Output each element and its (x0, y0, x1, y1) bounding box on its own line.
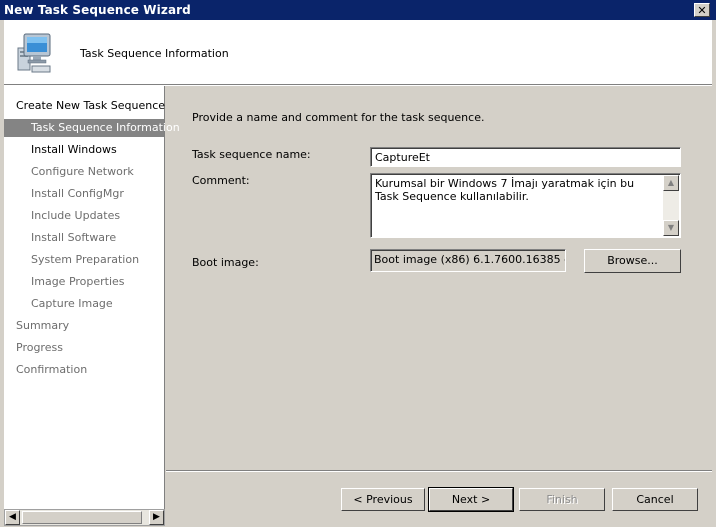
finish-button[interactable]: Finish (519, 488, 605, 511)
instruction-text: Provide a name and comment for the task … (192, 111, 485, 124)
next-button[interactable]: Next > (428, 487, 514, 512)
close-button[interactable]: ✕ (694, 3, 710, 17)
cancel-button[interactable]: Cancel (612, 488, 698, 511)
step-configure-network: Configure Network (31, 165, 134, 178)
browse-button[interactable]: Browse... (584, 249, 681, 273)
scroll-right-arrow-icon[interactable]: ▶ (149, 510, 164, 525)
step-image-properties: Image Properties (31, 275, 125, 288)
step-task-sequence-information: Task Sequence Information (4, 119, 180, 137)
wizard-header: Task Sequence Information (4, 20, 712, 85)
computer-icon (17, 33, 51, 73)
task-sequence-name-input[interactable]: CaptureEt (370, 147, 681, 167)
step-summary: Summary (16, 319, 70, 332)
step-progress: Progress (16, 341, 63, 354)
step-confirmation: Confirmation (16, 363, 88, 376)
previous-button[interactable]: < Previous (341, 488, 425, 511)
title-bar: New Task Sequence Wizard ✕ (0, 0, 716, 20)
comment-text: Kurumsal bir Windows 7 İmajı yaratmak iç… (375, 177, 635, 203)
boot-image-label: Boot image: (192, 256, 259, 269)
step-system-preparation: System Preparation (31, 253, 140, 266)
comment-vertical-scrollbar[interactable]: ▲ ▼ (663, 175, 679, 236)
step-capture-image: Capture Image (31, 297, 113, 310)
scroll-down-arrow-icon[interactable]: ▼ (663, 220, 679, 236)
comment-label: Comment: (192, 174, 250, 187)
wizard-content: Provide a name and comment for the task … (166, 86, 712, 470)
step-create-new-task-sequence: Create New Task Sequence (16, 99, 166, 112)
step-install-software: Install Software (31, 231, 117, 244)
comment-textarea[interactable]: Kurumsal bir Windows 7 İmajı yaratmak iç… (370, 173, 681, 238)
step-install-windows: Install Windows (31, 143, 117, 156)
scrollbar-thumb[interactable] (22, 511, 142, 524)
scroll-left-arrow-icon[interactable]: ◀ (5, 510, 20, 525)
wizard-steps-sidebar: Create New Task Sequence Task Sequence I… (4, 86, 180, 509)
scroll-up-arrow-icon[interactable]: ▲ (663, 175, 679, 191)
step-install-configmgr: Install ConfigMgr (31, 187, 124, 200)
window-title: New Task Sequence Wizard (4, 3, 191, 17)
header-title: Task Sequence Information (80, 47, 229, 60)
sidebar-horizontal-scrollbar[interactable]: ◀ ▶ (4, 509, 165, 526)
footer-divider (166, 470, 712, 472)
task-sequence-name-label: Task sequence name: (192, 148, 311, 161)
boot-image-field: Boot image (x86) 6.1.7600.16385 en-US (370, 249, 566, 272)
step-include-updates: Include Updates (31, 209, 121, 222)
